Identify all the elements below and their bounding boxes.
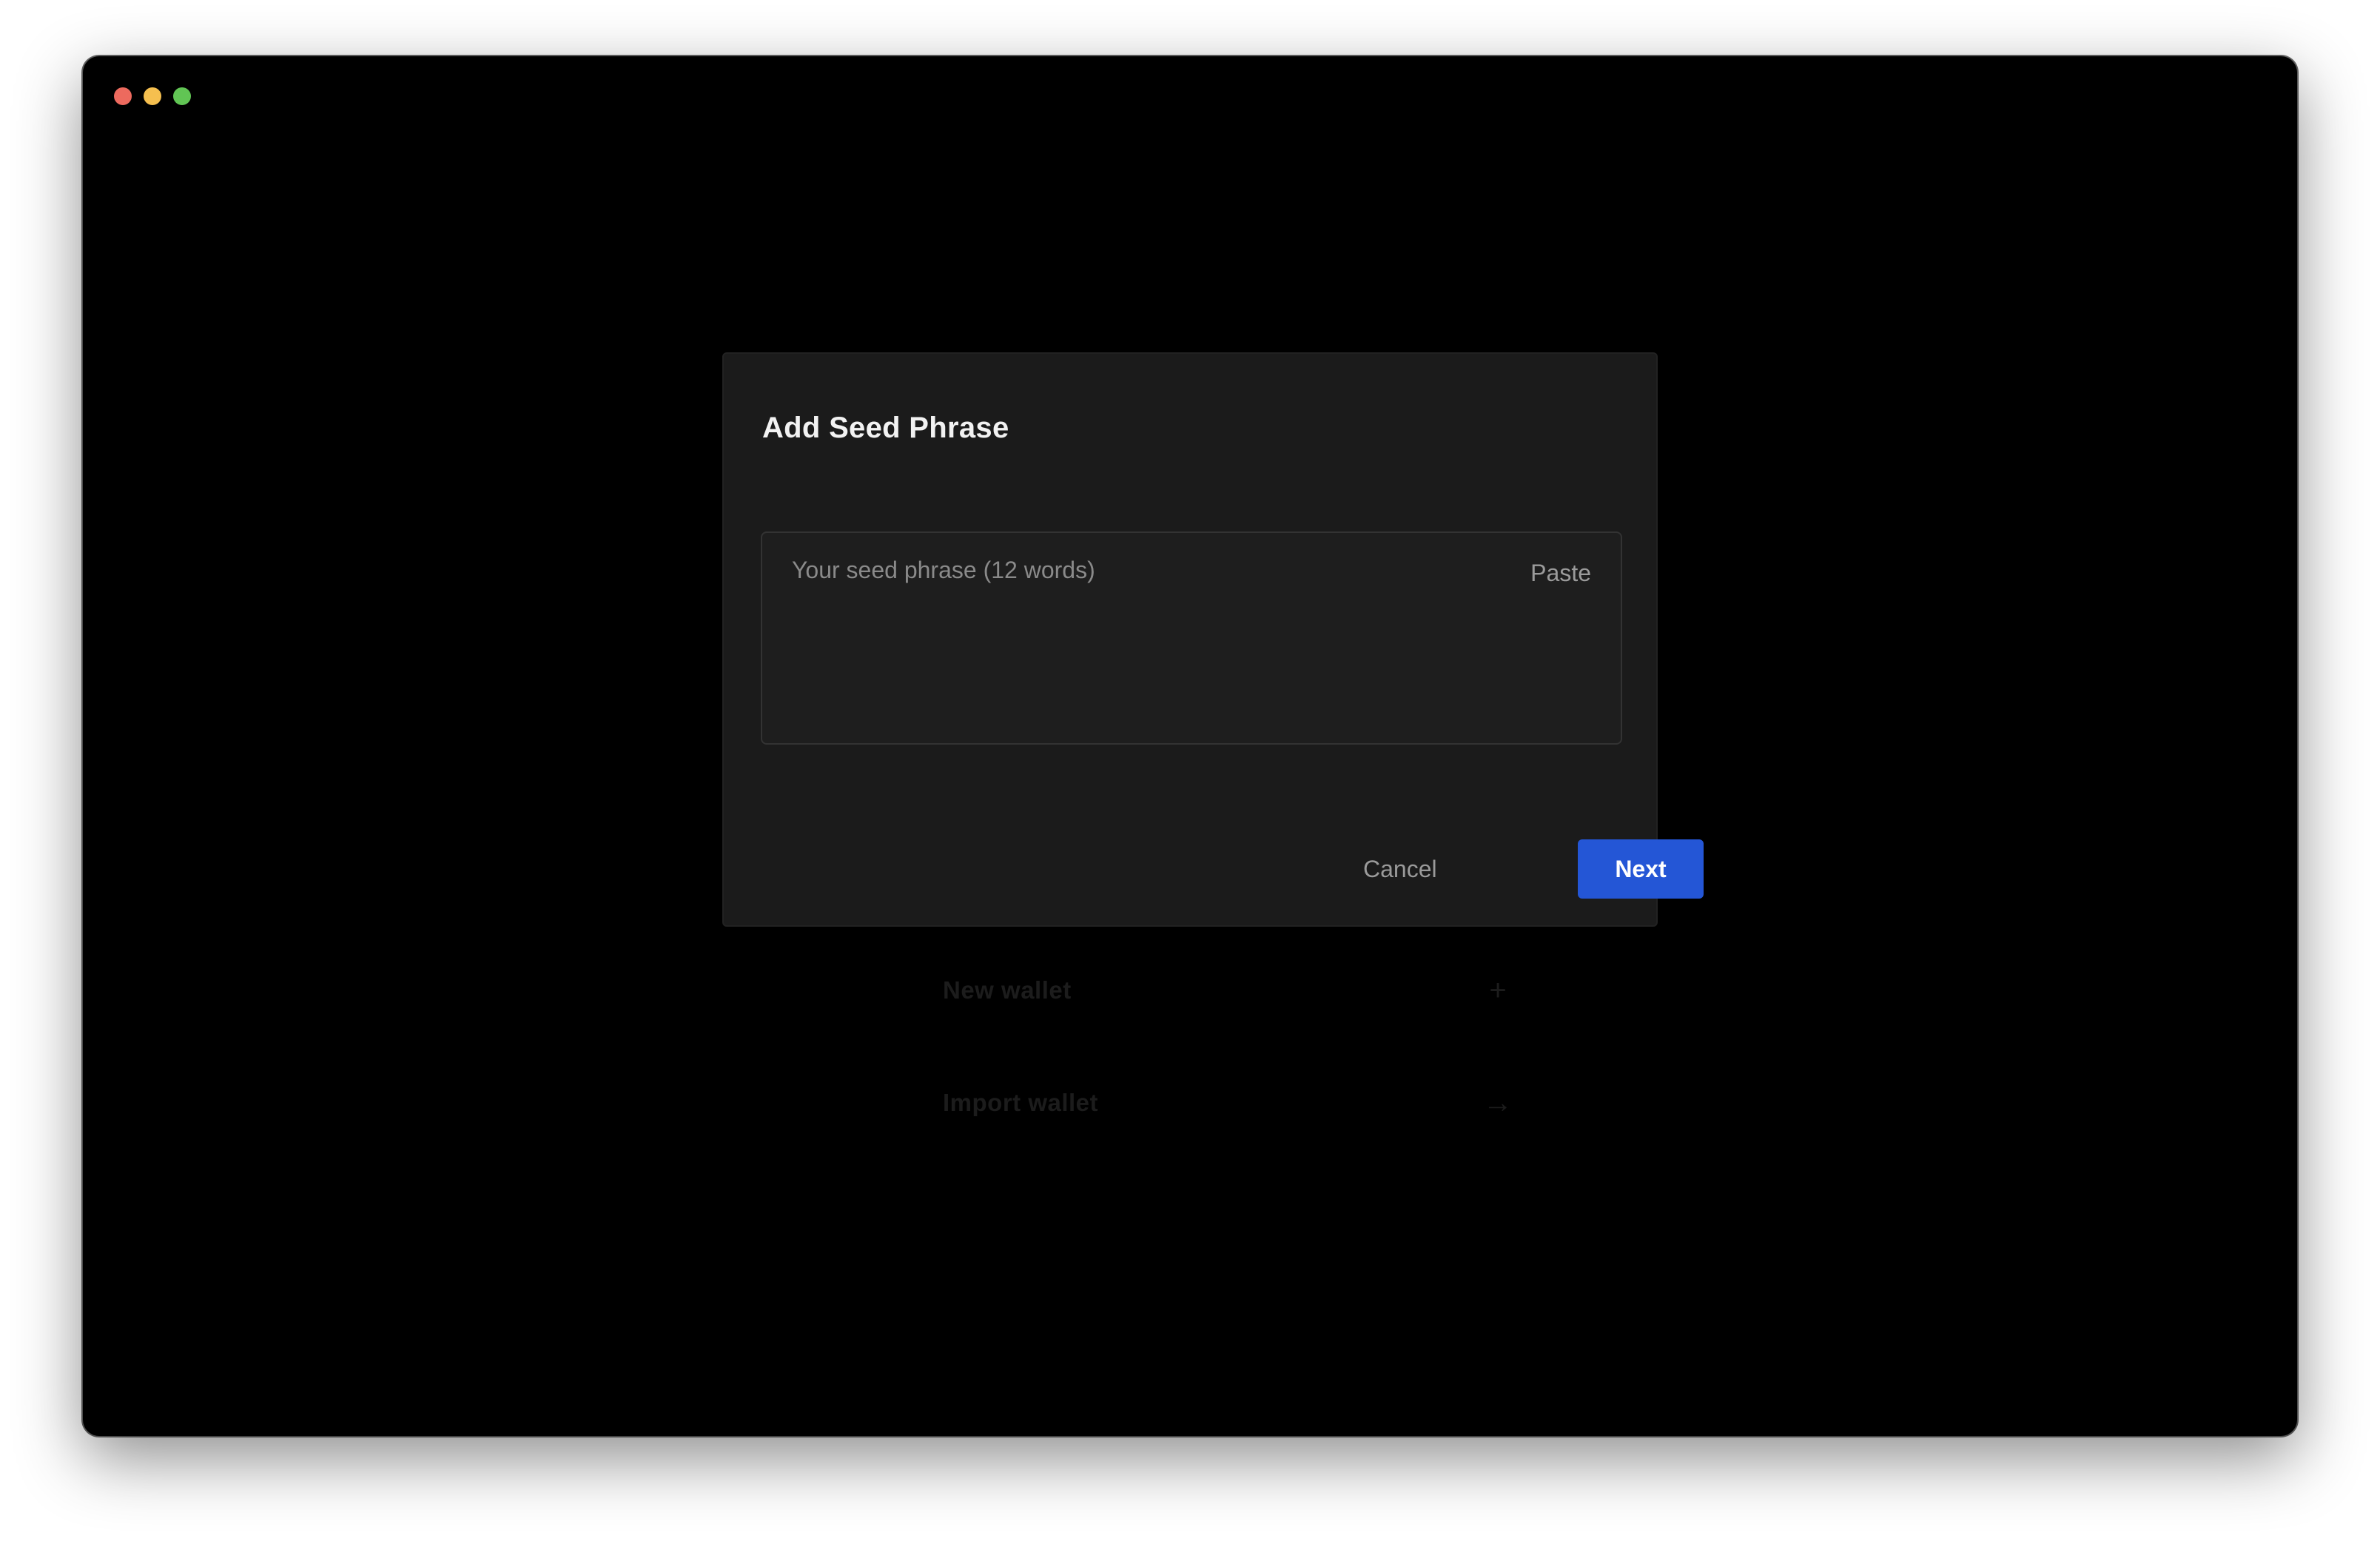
add-seed-phrase-dialog: Add Seed Phrase Paste Cancel Next [722, 352, 1704, 927]
import-wallet-item: Import wallet → [943, 1081, 1513, 1125]
zoom-window-button[interactable] [173, 87, 191, 105]
seed-phrase-box: Paste [761, 531, 1622, 745]
seed-phrase-input[interactable] [790, 555, 1459, 721]
plus-icon: + [1489, 973, 1507, 1007]
minimize-window-button[interactable] [144, 87, 161, 105]
app-window: New wallet + Import wallet → Add Seed Ph… [83, 56, 2297, 1436]
arrow-right-icon: → [1483, 1086, 1513, 1119]
paste-button[interactable]: Paste [1530, 560, 1591, 587]
cancel-button[interactable]: Cancel [1363, 839, 1437, 899]
window-controls [114, 87, 191, 105]
new-wallet-label: New wallet [943, 976, 1072, 1004]
import-wallet-label: Import wallet [943, 1089, 1099, 1116]
close-window-button[interactable] [114, 87, 132, 105]
new-wallet-item: New wallet + [943, 968, 1513, 1013]
dialog-title: Add Seed Phrase [762, 412, 1009, 444]
next-button[interactable]: Next [1578, 839, 1704, 899]
